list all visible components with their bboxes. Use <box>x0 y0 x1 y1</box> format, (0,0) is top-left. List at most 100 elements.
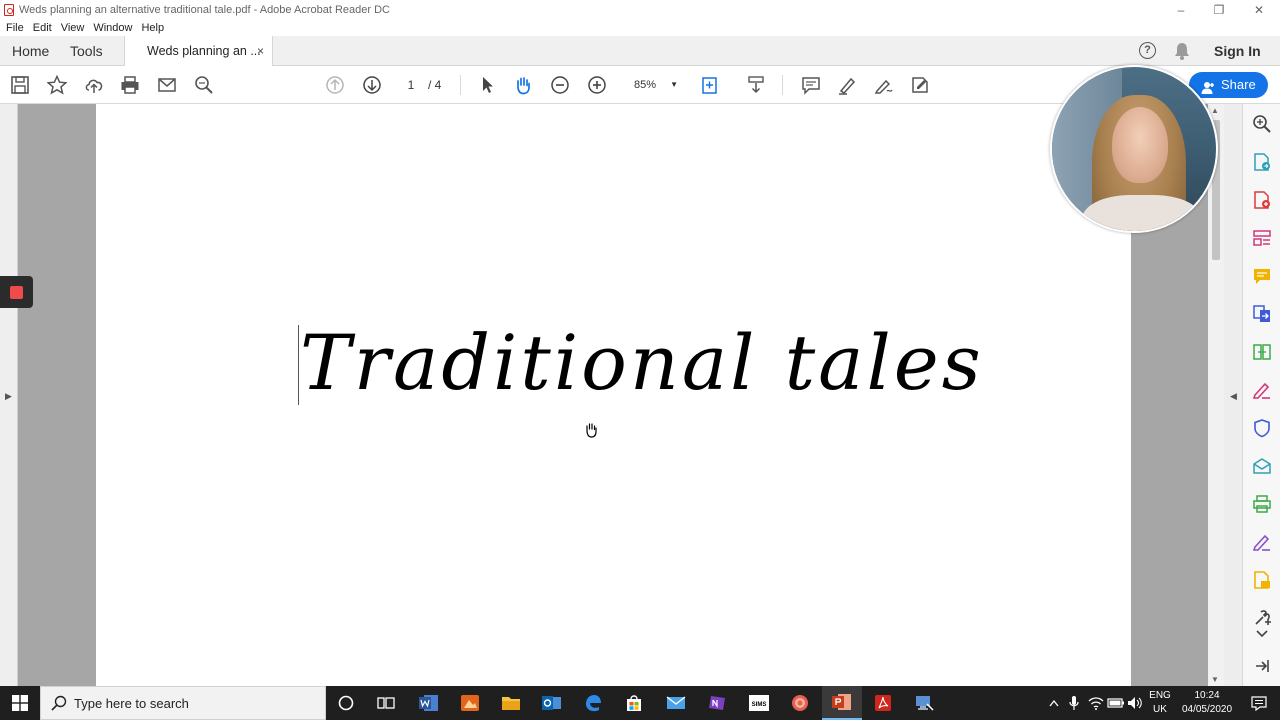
acrobat-window: Weds planning an alternative traditional… <box>0 0 1280 720</box>
outlook-app-icon[interactable] <box>532 686 572 720</box>
webcam-overlay <box>1050 65 1218 233</box>
more-tools-icon[interactable] <box>1252 608 1272 628</box>
menu-edit[interactable]: Edit <box>33 22 52 34</box>
fill-sign-icon[interactable] <box>909 74 931 96</box>
windows-start-button[interactable] <box>0 686 40 720</box>
restore-button[interactable]: ❐ <box>1200 0 1238 20</box>
cortana-icon[interactable] <box>326 686 366 720</box>
menu-file[interactable]: File <box>6 22 24 34</box>
menu-help[interactable]: Help <box>141 22 164 34</box>
taskbar-search-box[interactable]: Type here to search <box>40 686 326 720</box>
acrobat-taskbar-icon[interactable] <box>863 686 903 720</box>
menu-bar: File Edit View Window Help <box>0 20 167 36</box>
store-app-icon[interactable] <box>614 686 654 720</box>
search-tool-icon[interactable] <box>1252 114 1272 134</box>
next-page-icon[interactable] <box>361 74 383 96</box>
page-total: / 4 <box>428 78 442 92</box>
sign-in-link[interactable]: Sign In <box>1214 36 1261 66</box>
share-label: Share <box>1221 77 1256 92</box>
request-signature-icon[interactable] <box>1252 532 1272 552</box>
battery-icon[interactable] <box>1106 686 1126 720</box>
tab-home[interactable]: Home <box>12 36 49 66</box>
tab-bar: Home Tools Weds planning an ... × <box>0 36 1280 67</box>
microphone-icon[interactable] <box>1066 686 1082 720</box>
bell-icon[interactable] <box>1174 42 1190 63</box>
print-production-icon[interactable] <box>1252 494 1272 514</box>
hand-tool-icon[interactable] <box>512 74 534 96</box>
chevron-down-icon[interactable] <box>1252 628 1272 640</box>
volume-icon[interactable] <box>1126 686 1144 720</box>
save-icon[interactable] <box>9 74 31 96</box>
scroll-down-arrow[interactable]: ▼ <box>1211 675 1219 684</box>
close-tab-button[interactable]: × <box>257 36 264 66</box>
create-pdf-icon[interactable] <box>1252 190 1272 210</box>
collapse-tools-pane-icon[interactable] <box>1252 656 1272 676</box>
page-number-input[interactable]: 1 <box>396 75 426 95</box>
window-title: Weds planning an alternative traditional… <box>19 4 390 16</box>
search-placeholder: Type here to search <box>74 696 189 711</box>
toolbar-divider <box>460 75 461 95</box>
right-pane-toggle-strip[interactable]: ◀ <box>1224 104 1242 686</box>
help-icon[interactable]: ? <box>1139 42 1156 59</box>
share-button[interactable]: Share <box>1189 72 1268 98</box>
acrobat-app-icon <box>4 4 14 16</box>
scroll-up-arrow[interactable]: ▲ <box>1211 106 1219 115</box>
show-hidden-icons-chevron-icon[interactable] <box>1046 686 1062 720</box>
clock-date: 04/05/2020 <box>1181 704 1233 715</box>
wifi-icon[interactable] <box>1086 686 1106 720</box>
comment-icon[interactable] <box>800 74 822 96</box>
title-bar: Weds planning an alternative traditional… <box>0 0 1280 20</box>
export-pdf-icon[interactable] <box>1252 152 1272 172</box>
edit-pdf-icon[interactable] <box>1252 228 1272 248</box>
highlight-pen-icon[interactable] <box>836 74 858 96</box>
previous-page-icon[interactable] <box>324 74 346 96</box>
email-icon[interactable] <box>156 74 178 96</box>
fill-and-sign-icon[interactable] <box>1252 380 1272 400</box>
bookmark-star-icon[interactable] <box>46 74 68 96</box>
search-icon <box>51 695 67 714</box>
photo-app-icon[interactable] <box>450 686 490 720</box>
powerpoint-app-icon[interactable] <box>822 686 862 720</box>
word-app-icon[interactable] <box>409 686 449 720</box>
document-tab-label: Weds planning an ... <box>147 44 261 58</box>
tab-document[interactable]: Weds planning an ... × <box>124 36 273 67</box>
expand-left-pane-icon[interactable]: ▶ <box>5 391 12 402</box>
zoom-out-icon[interactable] <box>549 74 571 96</box>
stop-recording-button[interactable] <box>0 276 33 308</box>
file-explorer-icon[interactable] <box>491 686 531 720</box>
vertical-scrollbar[interactable]: ▲ ▼ <box>1208 104 1224 686</box>
notification-center-icon[interactable] <box>1238 686 1280 720</box>
cloud-upload-icon[interactable] <box>83 74 105 96</box>
rich-media-icon[interactable] <box>1252 570 1272 590</box>
edge-browser-icon[interactable] <box>573 686 613 720</box>
menu-window[interactable]: Window <box>93 22 132 34</box>
mail-app-icon[interactable] <box>656 686 696 720</box>
scroll-mode-icon[interactable] <box>745 74 767 96</box>
taskbar-clock[interactable]: 10:24 04/05/2020 <box>1176 689 1238 717</box>
collapse-right-pane-icon[interactable]: ◀ <box>1230 391 1237 402</box>
find-search-icon[interactable] <box>193 74 215 96</box>
send-for-review-icon[interactable] <box>1252 456 1272 476</box>
left-navigation-pane[interactable]: ▶ <box>0 104 18 686</box>
print-icon[interactable] <box>119 74 141 96</box>
zoom-level-dropdown[interactable]: 85% ▼ <box>622 75 684 95</box>
sign-icon[interactable] <box>873 74 895 96</box>
minimize-button[interactable]: – <box>1162 0 1200 20</box>
task-view-icon[interactable] <box>366 686 406 720</box>
onenote-app-icon[interactable] <box>697 686 737 720</box>
remote-desktop-icon[interactable] <box>904 686 944 720</box>
close-window-button[interactable]: ✕ <box>1240 0 1278 20</box>
text-cursor <box>298 325 299 405</box>
comment-tool-icon[interactable] <box>1252 266 1272 286</box>
tab-tools[interactable]: Tools <box>70 36 103 66</box>
organize-pages-icon[interactable] <box>1252 342 1272 362</box>
protect-shield-icon[interactable] <box>1252 418 1272 438</box>
fit-page-icon[interactable] <box>699 74 721 96</box>
zoom-in-icon[interactable] <box>586 74 608 96</box>
select-pointer-icon[interactable] <box>476 74 498 96</box>
sims-app-icon[interactable]: SIMS <box>739 686 779 720</box>
input-language-indicator[interactable]: ENG UK <box>1148 689 1172 717</box>
chrome-style-app-icon[interactable] <box>780 686 820 720</box>
combine-files-icon[interactable] <box>1252 304 1272 324</box>
menu-view[interactable]: View <box>61 22 85 34</box>
